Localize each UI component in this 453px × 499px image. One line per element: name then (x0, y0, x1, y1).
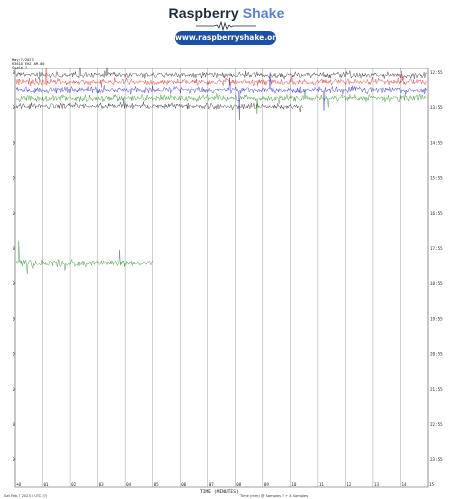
header: Raspberry Shake www.raspberryshake.org (0, 0, 453, 55)
brand-logo-text[interactable]: Raspberry Shake (0, 5, 453, 21)
local-hour-label: 22:55 (430, 422, 443, 427)
minute-tick-label: 04 (126, 482, 132, 487)
local-hour-label: 18:55 (430, 281, 443, 286)
footnote-left: Sat Feb ? 2023 / UTC (?) (4, 494, 48, 498)
local-hour-label: 20:55 (430, 352, 443, 357)
local-hour-label: 21:55 (430, 387, 443, 392)
minute-tick-label: 02 (71, 482, 77, 487)
local-hour-label: 12:55 (430, 70, 443, 75)
minute-tick-label: 06 (181, 482, 187, 487)
website-link[interactable]: www.raspberryshake.org (175, 31, 281, 45)
footnote-right: Time (mm) @ Samples ? + 4 Samples (240, 494, 309, 498)
local-hour-label: 13:55 (430, 105, 443, 110)
minute-tick-label: 05 (154, 482, 160, 487)
local-hour-label: 14:55 (430, 140, 443, 145)
minute-tick-label: 07 (209, 482, 215, 487)
seismograph-wave-icon (196, 21, 256, 31)
helicorder-plot: +001020304050607080910111213141512:0013:… (13, 68, 443, 488)
local-hour-label: 19:55 (430, 316, 443, 321)
minute-tick-label: 14 (401, 482, 407, 487)
brand-accent: Shake (242, 5, 285, 21)
local-hour-label: 16:55 (430, 211, 443, 216)
minute-tick-label: 01 (44, 482, 50, 487)
brand-primary: Raspberry (168, 5, 239, 21)
seismic-trace (15, 68, 428, 88)
local-hour-label: 15:55 (430, 176, 443, 181)
minute-tick-label: 08 (236, 482, 242, 487)
minute-tick-label: +0 (16, 482, 22, 487)
seismic-trace (15, 68, 428, 80)
seismic-trace (15, 88, 428, 114)
minute-tick-label: 12 (346, 482, 352, 487)
minute-tick-label: 15 (429, 482, 435, 487)
seismic-trace-late (15, 240, 153, 275)
minute-tick-label: 03 (99, 482, 105, 487)
local-hour-label: 17:55 (430, 246, 443, 251)
minute-tick-label: 11 (319, 482, 325, 487)
local-hour-label: 23:55 (430, 457, 443, 462)
minute-tick-label: 09 (264, 482, 270, 487)
minute-tick-label: 10 (291, 482, 297, 487)
minute-tick-label: 13 (374, 482, 380, 487)
x-axis-title: TIME (MINUTES) (200, 490, 239, 495)
plot-frame (14, 68, 429, 488)
seismic-trace (15, 72, 428, 120)
